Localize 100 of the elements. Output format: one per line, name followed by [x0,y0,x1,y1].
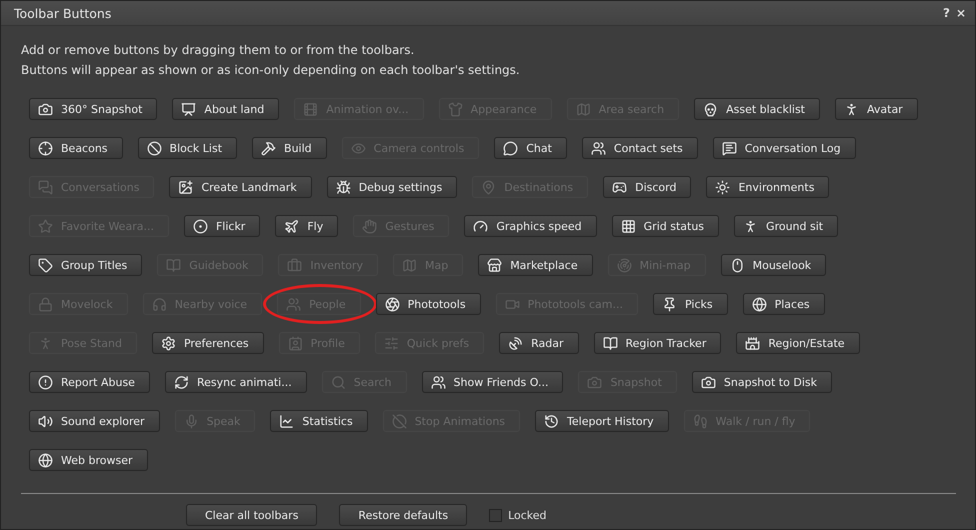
bug-icon [336,180,351,194]
person-icon [38,336,53,350]
map-icon [576,102,591,116]
image-icon [178,180,194,194]
map-pin-icon [481,180,496,194]
sun-icon [715,180,730,194]
skull-icon [703,102,718,116]
toolbar-button[interactable]: Debug settings [326,176,458,198]
profile-card-icon [288,336,303,350]
camera-icon [587,374,602,390]
toolbar-button[interactable]: Build [252,137,327,159]
toolbar-button[interactable]: Chat [494,137,567,159]
footprints-icon [692,414,708,428]
close-button[interactable]: × [952,6,969,20]
toolbar-button[interactable]: Mouselook [720,254,826,276]
toolbar-button[interactable]: Block List [138,137,238,159]
camera-icon [38,102,53,116]
radar-icon [616,258,632,272]
store-icon [487,258,502,272]
pin-icon [662,296,677,312]
star-icon [38,218,53,234]
toolbar-button[interactable]: Grid status [612,215,720,237]
microphone-icon [184,414,199,428]
toolbar-button[interactable]: Show Friends O... [422,371,564,393]
tag-icon [38,258,53,272]
toolbar-button[interactable]: Asset blacklist [694,98,820,120]
toolbar-button[interactable]: Avatar [835,98,918,120]
toolbar-button[interactable]: Region Tracker [594,332,722,354]
footer-button[interactable]: Restore defaults [339,504,468,526]
toolbar-button[interactable]: Group Titles [29,254,142,276]
toolbar-button[interactable]: Places [742,293,825,315]
toolbar-button[interactable]: Phototools [376,293,481,315]
globe-icon [752,296,767,312]
toolbar-button[interactable]: Fly [275,215,338,237]
window-title: Toolbar Buttons [14,6,112,20]
alert-icon [38,374,53,390]
camera-icon [700,374,716,390]
toolbar-button[interactable]: Flickr [184,215,260,237]
shirt-icon [448,102,463,116]
toolbar-button[interactable]: Sound explorer [29,410,160,432]
plane-icon [284,218,300,234]
settings-icon [160,336,176,350]
toolbar-button[interactable]: Ground sit [734,215,838,237]
toolbar-button[interactable]: Teleport History [535,410,669,432]
toolbar-button[interactable]: Report Abuse [29,371,150,393]
book-icon [602,336,618,350]
globe-icon [38,452,53,468]
circle-off-icon [392,414,407,428]
crosshair-icon [38,140,53,156]
refresh-icon [174,374,189,390]
toolbar-button[interactable]: About land [172,98,280,120]
toolbar-button[interactable]: Statistics [270,410,368,432]
line-chart-icon [279,414,294,428]
toolbar-button[interactable]: Beacons [29,137,123,159]
locked-checkbox[interactable] [489,508,502,522]
people-icon [590,140,606,156]
gauge-icon [473,218,488,234]
toolbar-button[interactable]: Discord [603,176,692,198]
toolbar-button[interactable]: Graphics speed [464,215,597,237]
mouse-icon [730,258,745,272]
aperture-icon [384,296,400,312]
help-button[interactable]: ? [940,6,953,20]
person-icon [844,102,859,116]
signboard-icon [181,102,196,116]
toolbar-button[interactable]: Snapshot to Disk [692,371,832,393]
speaker-icon [38,414,53,428]
toolbar-button[interactable]: 360° Snapshot [29,98,158,120]
film-icon [303,102,318,116]
toolbar-button[interactable]: Picks [653,293,728,315]
grid-icon [620,218,636,234]
checkbox-label: Locked [508,508,547,522]
headphones-icon [152,296,167,312]
search-icon [330,374,346,390]
briefcase-icon [287,258,302,272]
toolbar-button[interactable]: Preferences [152,332,264,354]
toolbar-button[interactable]: Web browser [29,449,148,471]
book-icon [166,258,182,272]
people-icon [286,296,302,312]
dots-icon [192,218,208,234]
toolbar-button[interactable]: Region/Estate [736,332,860,354]
satellite-dish-icon [508,336,524,350]
toolbar-button[interactable]: Conversation Log [712,137,856,159]
history-icon [544,414,560,428]
ban-icon [146,140,162,156]
sliders-icon [384,336,399,350]
toolbar-button[interactable]: Resync animati... [164,371,307,393]
map-icon [402,258,417,272]
toolbar-button[interactable]: Contact sets [582,137,698,159]
toolbar-button[interactable]: Radar [499,332,579,354]
toolbar-button[interactable]: Create Landmark [169,176,312,198]
gamepad-icon [612,180,628,194]
castle-icon [745,336,760,350]
chat-bubble-icon [503,140,518,156]
eye-icon [350,140,366,156]
toolbar-button[interactable]: Marketplace [478,254,593,276]
instruction-text: Add or remove buttons by dragging them to or from the toolbars. [21,42,416,59]
footer-button[interactable]: Clear all toolbars [186,504,318,526]
lock-icon [38,296,53,312]
hand-icon [362,218,378,234]
toolbar-button[interactable]: Environments [706,176,830,198]
